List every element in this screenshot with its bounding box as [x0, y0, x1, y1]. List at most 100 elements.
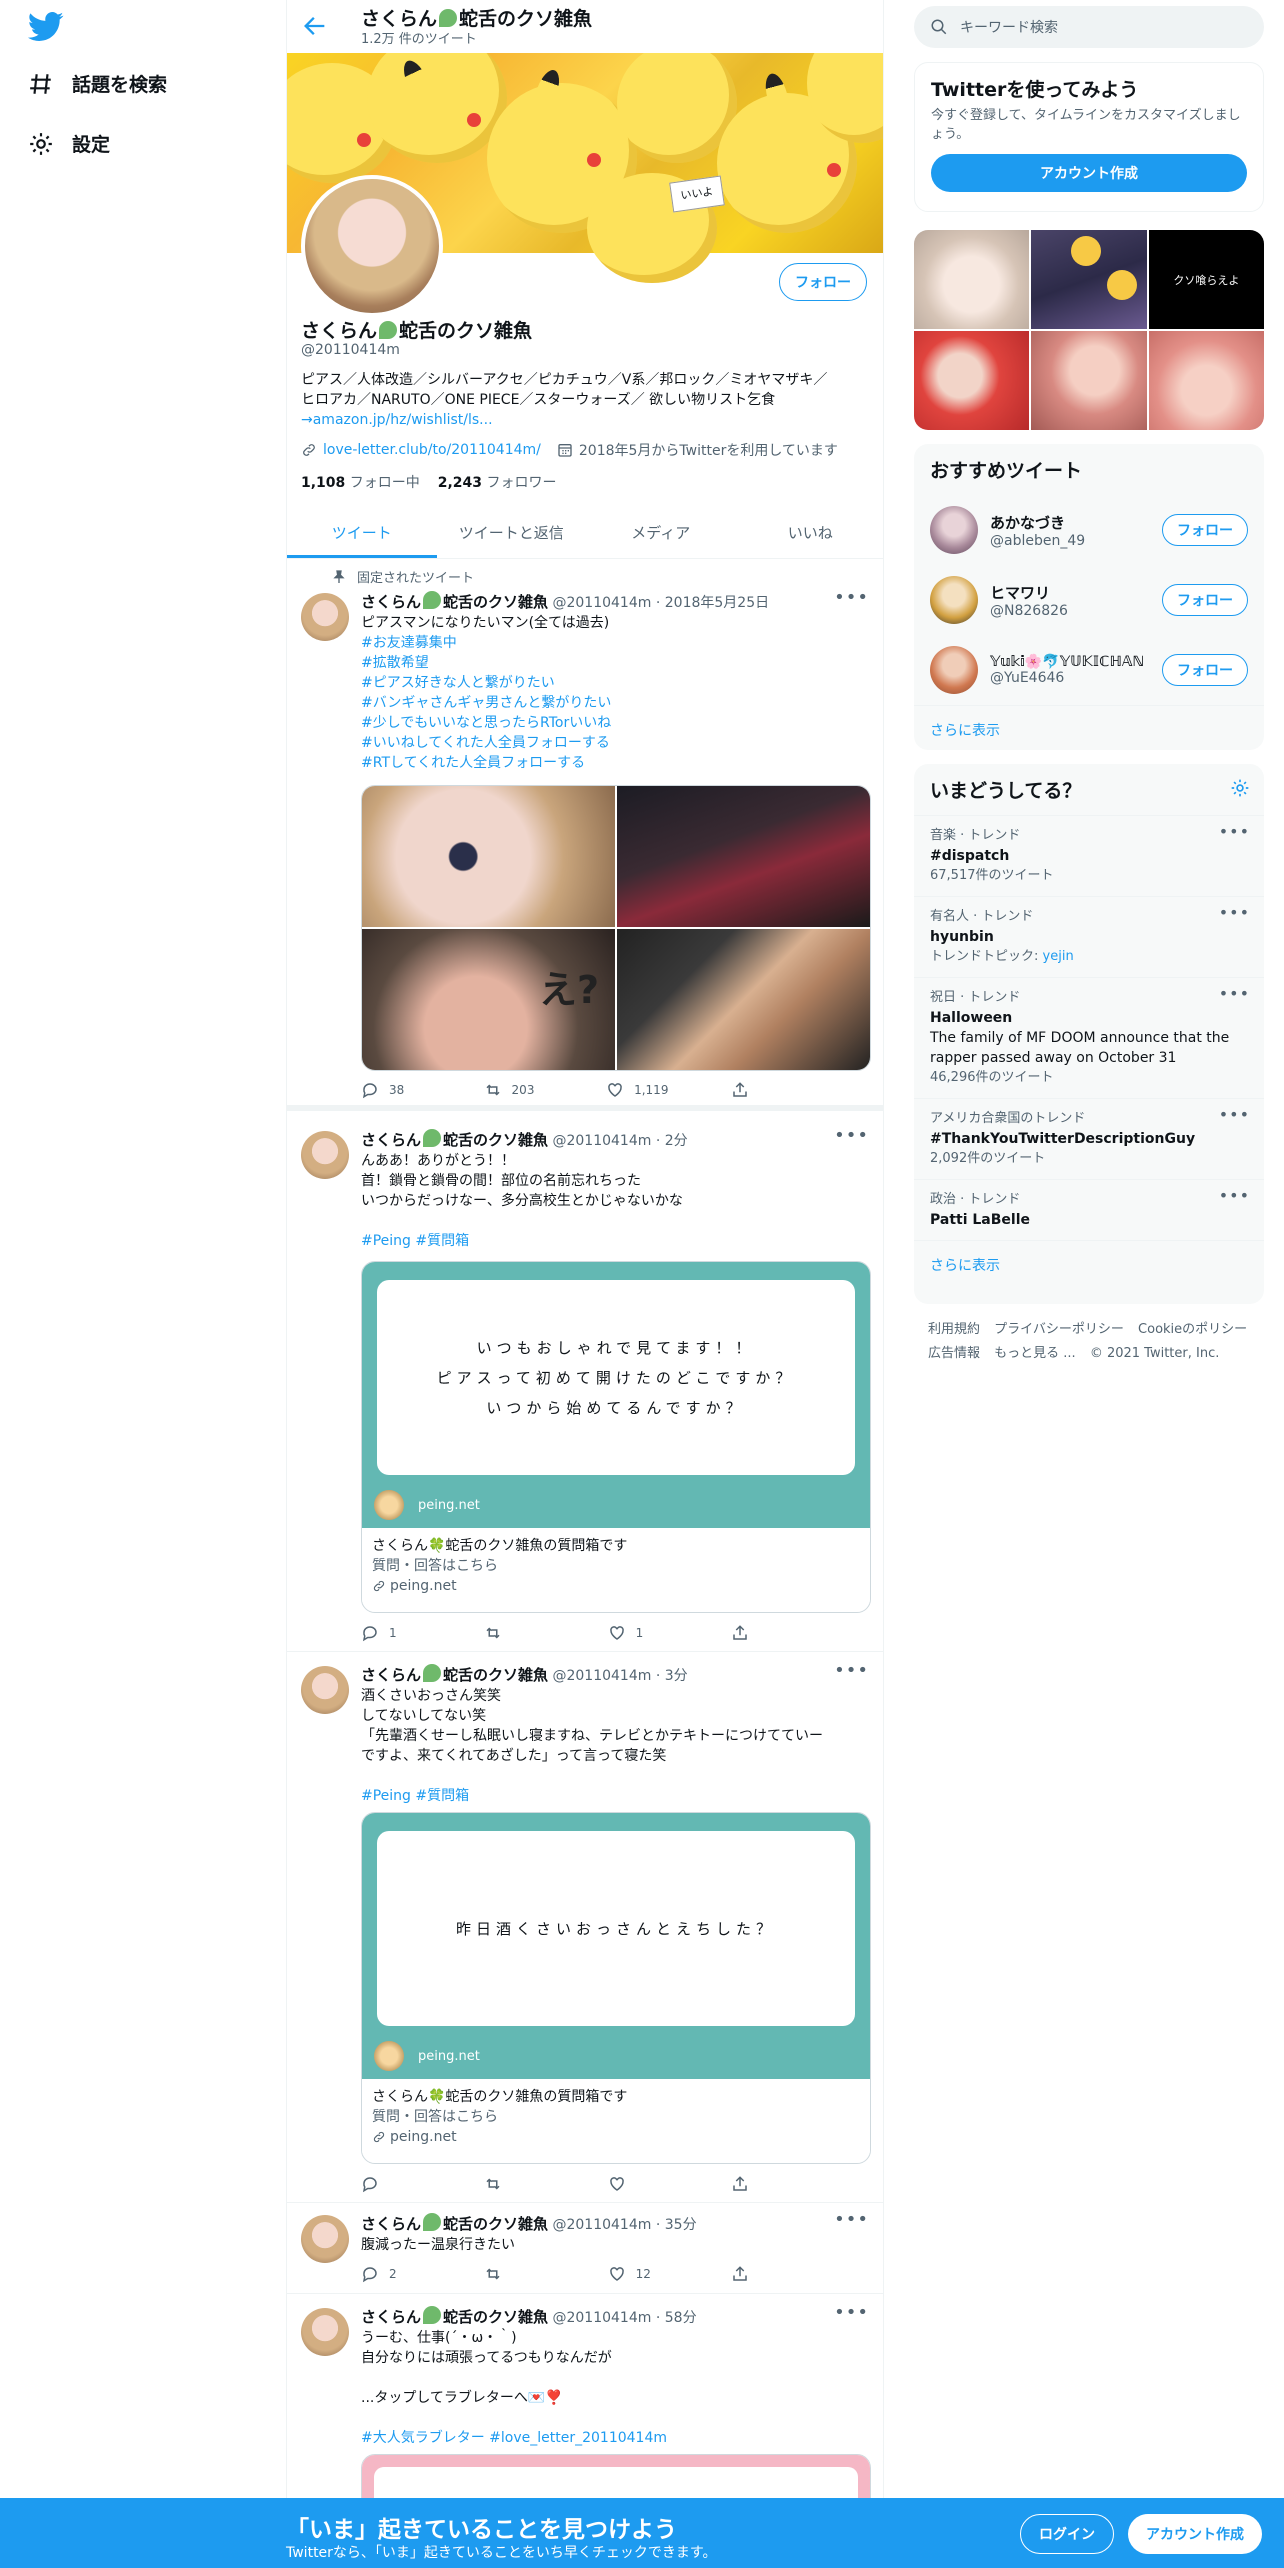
hashtag[interactable]: #ピアス好きな人と繋がりたい [361, 673, 871, 693]
share-button[interactable] [731, 1081, 791, 1099]
trend-item[interactable]: 有名人 · トレンド hyunbin トレンドトピック: yejin ••• [914, 896, 1264, 977]
bio-wishlist-link[interactable]: →amazon.jp/hz/wishlist/ls... [301, 410, 871, 430]
follow-button[interactable]: フォロー [1162, 654, 1248, 686]
avatar[interactable] [301, 593, 349, 641]
media-thumb[interactable] [914, 230, 1030, 329]
footer-link[interactable]: 利用規約 [928, 1322, 980, 1337]
hashtags[interactable]: #Peing #質問箱 [361, 1231, 871, 1251]
more-icon[interactable]: ••• [834, 1660, 869, 1681]
tweet[interactable]: さくらん 蛇舌のクソ雑魚 @20110414m · 2分 ••• んああ！ありがと… [287, 1111, 883, 1652]
hashtag[interactable]: #拡散希望 [361, 653, 871, 673]
who-item[interactable]: あかなづき @ableben_49 フォロー [914, 495, 1264, 565]
avatar[interactable] [930, 506, 978, 554]
who-more-link[interactable]: さらに表示 [914, 705, 1264, 750]
avatar[interactable] [301, 2215, 349, 2263]
tab-likes[interactable]: いいね [736, 506, 884, 558]
retweet-button[interactable] [484, 2175, 544, 2193]
tweet-pinned[interactable]: 固定されたツイート さくらん 蛇舌のクソ雑魚 @20110414m · 2018年… [287, 559, 883, 1111]
like-button[interactable] [608, 2175, 668, 2193]
footer-link[interactable]: プライバシーポリシー [994, 1322, 1124, 1337]
following-stat[interactable]: 1,108 フォロー中 [301, 472, 420, 492]
profile-website[interactable]: love-letter.club/to/20110414m/ [301, 442, 541, 458]
share-button[interactable] [731, 1624, 791, 1642]
media-photo-2[interactable] [617, 786, 870, 927]
media-photo-4[interactable] [617, 929, 870, 1070]
reply-button[interactable]: 2 [361, 2265, 421, 2283]
tweet-author[interactable]: さくらん 蛇舌のクソ雑魚 [361, 2213, 548, 2233]
media-photo-1[interactable] [362, 786, 615, 927]
media-thumb[interactable] [1031, 230, 1147, 329]
tweet[interactable]: さくらん 蛇舌のクソ雑魚 @20110414m · 35分 ••• 腹減ったー温泉… [287, 2203, 883, 2294]
retweet-button[interactable]: 203 [484, 1081, 544, 1099]
avatar[interactable] [930, 646, 978, 694]
hashtag[interactable]: #少しでもいいなと思ったらRTorいいね [361, 713, 871, 733]
trend-item[interactable]: アメリカ合衆国のトレンド #ThankYouTwitterDescription… [914, 1098, 1264, 1179]
avatar[interactable] [301, 2308, 349, 2356]
more-icon[interactable]: ••• [834, 2209, 869, 2230]
tweet-time[interactable]: 3分 [665, 1668, 688, 1684]
retweet-button[interactable] [484, 1624, 544, 1642]
more-icon[interactable]: ••• [834, 587, 869, 608]
reply-button[interactable]: 38 [361, 1081, 421, 1099]
tab-tweets-replies[interactable]: ツイートと返信 [437, 506, 587, 558]
who-item[interactable]: 𝕐𝕦𝕜𝕚🌸🐬𝕐𝕌𝕂𝕀ℂℍ𝔸ℕ @YuE4646 フォロー [914, 635, 1264, 705]
hashtag[interactable]: #いいねしてくれた人全員フォローする [361, 733, 871, 753]
media-thumb[interactable] [914, 331, 1030, 430]
media-thumb[interactable] [1031, 331, 1147, 430]
hashtag[interactable]: #バンギャさんギャ男さんと繋がりたい [361, 693, 871, 713]
avatar[interactable] [930, 576, 978, 624]
tweet-author[interactable]: さくらん 蛇舌のクソ雑魚 [361, 1664, 548, 1684]
trend-topic-link[interactable]: yejin [1043, 949, 1074, 964]
tweet-time[interactable]: 35分 [665, 2217, 697, 2233]
tweet-author[interactable]: さくらん 蛇舌のクソ雑魚 [361, 1129, 548, 1149]
hashtags[interactable]: #大人気ラブレター #love_letter_20110414m [361, 2428, 871, 2448]
media-thumb[interactable] [1148, 331, 1264, 430]
website-link[interactable]: love-letter.club/to/20110414m/ [323, 442, 541, 458]
hashtags[interactable]: #Peing #質問箱 [361, 1786, 871, 1806]
profile-avatar[interactable] [301, 175, 443, 317]
avatar[interactable] [301, 1666, 349, 1714]
retweet-button[interactable] [484, 2265, 544, 2283]
more-icon[interactable]: ••• [834, 2302, 869, 2323]
tweet[interactable]: さくらん 蛇舌のクソ雑魚 @20110414m · 3分 ••• 酒くさいおっさん… [287, 1652, 883, 2203]
footer-link[interactable]: もっと見る ... [994, 1346, 1076, 1361]
search-input[interactable]: キーワード検索 [914, 6, 1264, 48]
like-button[interactable]: 12 [608, 2265, 668, 2283]
tweet-time[interactable]: 58分 [665, 2310, 697, 2326]
hashtag[interactable]: #お友達募集中 [361, 633, 871, 653]
trend-item[interactable]: 祝日 · トレンド Halloween The family of MF DOO… [914, 977, 1264, 1098]
follow-button[interactable]: フォロー [1162, 584, 1248, 616]
share-button[interactable] [731, 2175, 791, 2193]
nav-explore[interactable]: 話題を検索 [28, 70, 167, 97]
more-icon[interactable]: ••• [834, 1125, 869, 1146]
more-icon[interactable]: ••• [1219, 822, 1250, 842]
more-icon[interactable]: ••• [1219, 984, 1250, 1004]
reply-button[interactable]: 1 [361, 1624, 421, 1642]
link-card[interactable]: いつもおしゃれで見てます！！ ピアスって初めて開けたのどこですか？ いつから始め… [361, 1261, 871, 1613]
footer-link[interactable]: Cookieのポリシー [1138, 1322, 1247, 1337]
tweet-author[interactable]: さくらん 蛇舌のクソ雑魚 [361, 2306, 548, 2326]
tweet-time[interactable]: 2分 [665, 1133, 688, 1149]
link-card[interactable]: 昨日酒くさいおっさんとえちした？ peing.net さくらん🍀蛇舌のクソ雑魚の… [361, 1812, 871, 2164]
reply-button[interactable] [361, 2175, 421, 2193]
twitter-bird-icon[interactable] [28, 12, 64, 42]
trends-more-link[interactable]: さらに表示 [914, 1240, 1264, 1289]
follow-button[interactable]: フォロー [1162, 514, 1248, 546]
nav-settings[interactable]: 設定 [28, 130, 110, 157]
gear-icon[interactable] [1230, 778, 1250, 798]
avatar[interactable] [301, 1131, 349, 1179]
media-photo-3[interactable]: え? [362, 929, 615, 1070]
more-icon[interactable]: ••• [1219, 903, 1250, 923]
trend-item[interactable]: 音楽 · トレンド #dispatch 67,517件のツイート ••• [914, 815, 1264, 896]
share-button[interactable] [731, 2265, 791, 2283]
tweet-author[interactable]: さくらん 蛇舌のクソ雑魚 [361, 591, 548, 611]
tweet-time[interactable]: 2018年5月25日 [665, 595, 769, 611]
signup-button[interactable]: アカウント作成 [1128, 2514, 1262, 2554]
followers-stat[interactable]: 2,243 フォロワー [438, 472, 557, 492]
like-button[interactable]: 1 [608, 1624, 668, 1642]
more-icon[interactable]: ••• [1219, 1186, 1250, 1206]
tab-media[interactable]: メディア [586, 506, 736, 558]
follow-button[interactable]: フォロー [779, 263, 867, 301]
footer-link[interactable]: 広告情報 [928, 1346, 980, 1361]
hashtag[interactable]: #RTしてくれた人全員フォローする [361, 753, 871, 773]
